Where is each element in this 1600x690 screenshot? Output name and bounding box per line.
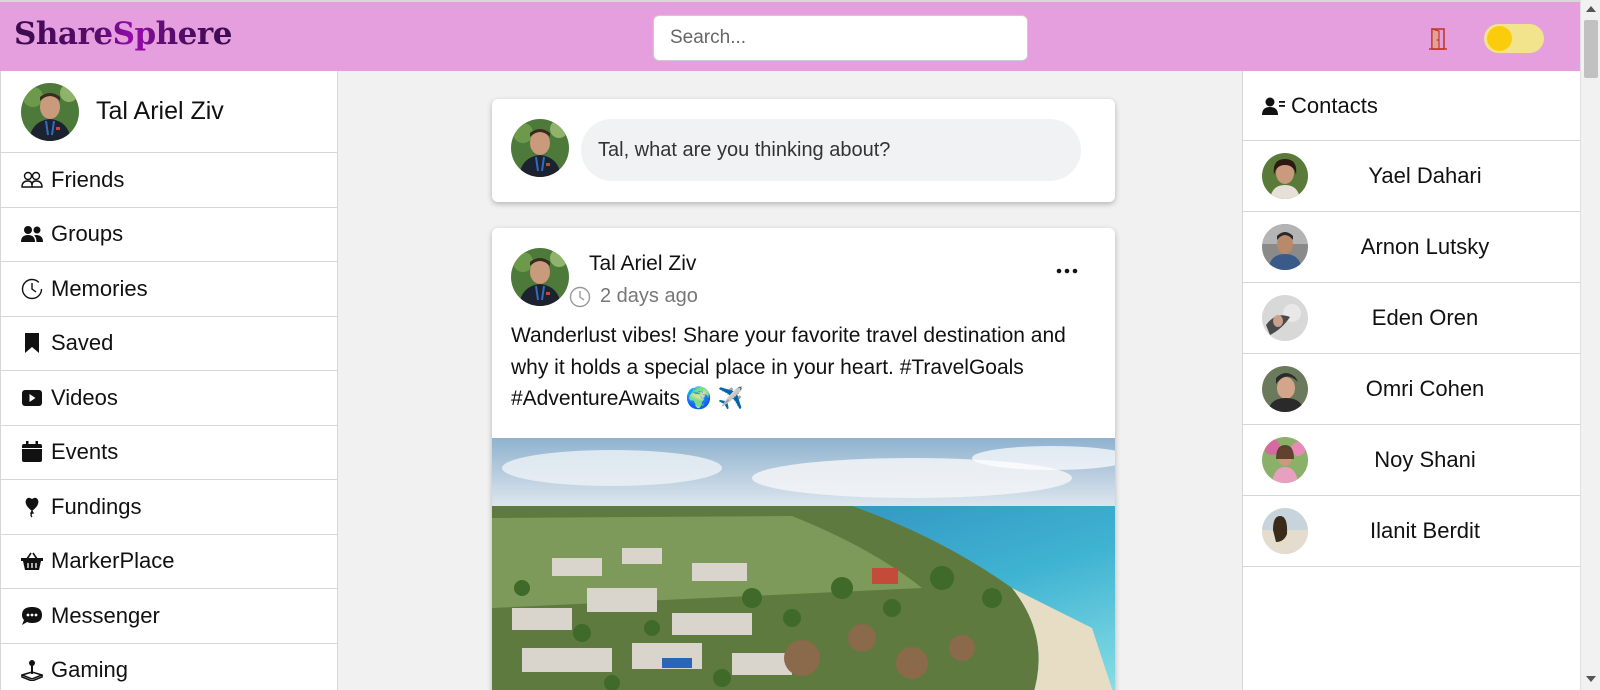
contact-name: Noy Shani <box>1374 447 1476 472</box>
post-card: Tal Ariel Ziv 2 days ago Wanderlust vibe… <box>492 228 1115 690</box>
post-timestamp: 2 days ago <box>569 285 698 308</box>
scroll-down-arrow-icon[interactable] <box>1586 676 1596 682</box>
contact-item[interactable]: Eden Oren <box>1243 283 1580 354</box>
sidebar-item-fundings[interactable]: Fundings <box>1 480 337 535</box>
contact-item[interactable]: Yael Dahari <box>1243 141 1580 212</box>
avatar <box>1262 437 1308 483</box>
sidebar-item-memories[interactable]: Memories <box>1 262 337 317</box>
avatar <box>21 82 79 141</box>
sidebar-item-label: Saved <box>51 330 114 356</box>
sidebar-item-label: Fundings <box>51 493 142 519</box>
contact-item[interactable]: Omri Cohen <box>1243 354 1580 425</box>
avatar <box>1262 295 1308 341</box>
contact-name: Ilanit Berdit <box>1369 518 1481 543</box>
sidebar-profile[interactable]: Tal Ariel Ziv <box>1 71 337 153</box>
contact-item[interactable]: Ilanit Berdit <box>1243 496 1580 567</box>
avatar <box>511 119 569 177</box>
contact-name: Arnon Lutsky <box>1360 234 1490 259</box>
sidebar-item-label: Videos <box>51 384 118 410</box>
sidebar-item-friends[interactable]: Friends <box>1 153 337 208</box>
sidebar-item-saved[interactable]: Saved <box>1 317 337 371</box>
post-author[interactable]: Tal Ariel Ziv <box>589 252 696 276</box>
page-scrollbar[interactable] <box>1580 0 1600 690</box>
sidebar-item-label: Groups <box>51 221 124 247</box>
chat-icon <box>21 605 43 627</box>
contacts-sidebar: Contacts Yael Dahari Arnon Lutsky Eden O… <box>1242 71 1580 690</box>
sidebar-item-marketplace[interactable]: MarkerPlace <box>1 535 337 589</box>
sidebar-item-label: MarkerPlace <box>51 548 175 574</box>
scroll-up-arrow-icon[interactable] <box>1586 6 1596 12</box>
profile-name[interactable]: Tal Ariel Ziv <box>96 97 224 126</box>
sidebar-item-messenger[interactable]: Messenger <box>1 589 337 644</box>
post-text: Wanderlust vibes! Share your favorite tr… <box>511 324 1066 410</box>
contact-name: Yael Dahari <box>1368 163 1482 188</box>
video-icon <box>21 387 43 409</box>
contacts-icon <box>1262 97 1285 115</box>
joystick-icon <box>21 659 43 682</box>
sidebar-item-label: Friends <box>51 166 125 192</box>
sidebar-item-events[interactable]: Events <box>1 426 337 480</box>
avatar <box>1262 153 1308 199</box>
post-composer <box>492 99 1115 202</box>
sidebar-item-label: Messenger <box>51 602 160 628</box>
avatar <box>1262 366 1308 412</box>
left-sidebar: Tal Ariel Ziv Friends Groups Memories Sa… <box>0 71 338 690</box>
contact-item[interactable]: Noy Shani <box>1243 425 1580 496</box>
groups-icon <box>21 223 43 245</box>
door-icon[interactable] <box>1427 27 1449 51</box>
top-navbar: ShareSphere <box>0 0 1580 71</box>
avatar <box>1262 508 1308 554</box>
sidebar-item-groups[interactable]: Groups <box>1 208 337 262</box>
sidebar-item-label: Events <box>51 439 119 465</box>
toggle-knob <box>1487 26 1512 51</box>
composer-input[interactable] <box>581 119 1081 181</box>
contacts-header: Contacts <box>1243 71 1580 141</box>
contact-name: Omri Cohen <box>1365 376 1485 401</box>
post-time: 2 days ago <box>600 285 698 307</box>
calendar-icon <box>21 441 43 463</box>
contact-name: Eden Oren <box>1371 305 1479 330</box>
scroll-thumb[interactable] <box>1584 20 1598 78</box>
avatar[interactable] <box>511 248 569 306</box>
sidebar-item-label: Memories <box>51 275 148 301</box>
avatar <box>1262 224 1308 270</box>
basket-icon <box>21 550 43 572</box>
sidebar-item-label: Gaming <box>51 657 129 683</box>
contacts-title: Contacts <box>1291 92 1378 118</box>
balloon-icon <box>21 496 43 518</box>
clock-icon <box>569 286 591 307</box>
bookmark-icon <box>21 332 43 354</box>
theme-toggle[interactable] <box>1484 24 1544 53</box>
logo[interactable]: ShareSphere <box>14 16 232 52</box>
contact-item[interactable]: Arnon Lutsky <box>1243 212 1580 283</box>
sidebar-item-videos[interactable]: Videos <box>1 371 337 426</box>
more-options-icon[interactable] <box>1055 266 1079 276</box>
post-image[interactable] <box>492 438 1115 690</box>
search-input[interactable] <box>653 15 1028 61</box>
clock-icon <box>21 278 43 300</box>
friends-icon <box>21 169 43 191</box>
sidebar-item-gaming[interactable]: Gaming <box>1 644 337 690</box>
